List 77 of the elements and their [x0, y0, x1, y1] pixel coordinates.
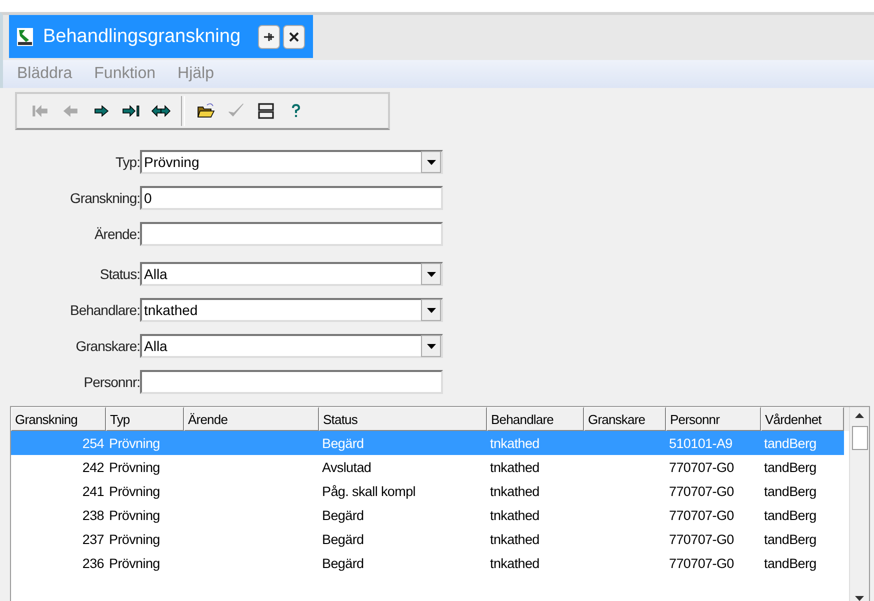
table-row[interactable]: 237 Prövning Begärd tnkathed 770707-G0 tandBerg — [11, 527, 844, 551]
table-cell: Prövning — [109, 508, 160, 522]
table-cell: Avslutad — [322, 460, 372, 474]
column-header[interactable]: Behandlare — [487, 407, 584, 431]
column-header[interactable]: Ärende — [184, 407, 319, 431]
column-header[interactable]: Vårdenhet — [761, 407, 844, 431]
dropdown-field[interactable]: Alla — [140, 262, 443, 286]
table-row[interactable]: 241 Prövning Påg. skall kompl tnkathed 770707-G0 tandBerg — [11, 479, 844, 503]
app-logo-icon — [17, 28, 33, 46]
dropdown-field[interactable]: tnkathed — [140, 298, 443, 322]
pin-button[interactable] — [258, 24, 280, 48]
close-button[interactable] — [282, 24, 305, 48]
field-label: Granskning: — [69, 190, 140, 206]
column-header[interactable]: Granskning — [11, 407, 106, 431]
table-cell: 241 — [82, 484, 104, 498]
table-cell: Prövning — [109, 532, 160, 546]
column-header[interactable]: Status — [319, 407, 487, 431]
field-label: Personnr: — [82, 374, 140, 390]
field-label: Granskare: — [74, 338, 140, 354]
table-cell: tnkathed — [490, 532, 540, 546]
table-cell: Prövning — [109, 436, 160, 450]
table-cell: 770707-G0 — [669, 508, 734, 522]
table-cell: tnkathed — [490, 556, 540, 570]
column-header[interactable]: Personnr — [666, 407, 761, 431]
input-field[interactable] — [140, 222, 443, 246]
table-cell: tandBerg — [764, 556, 816, 570]
field-label: Status: — [98, 266, 140, 282]
dropdown-field[interactable]: Prövning — [140, 150, 443, 174]
table-cell: Begärd — [322, 532, 364, 546]
scroll-down-icon — [855, 596, 864, 601]
scrollbar-thumb[interactable] — [852, 426, 868, 450]
column-header[interactable]: Granskare — [584, 407, 666, 431]
scroll-up-icon — [855, 413, 864, 418]
table-cell: tandBerg — [764, 436, 816, 450]
dropdown-arrow-icon — [426, 160, 436, 164]
table-cell: 242 — [82, 460, 104, 474]
table-cell: tandBerg — [764, 532, 816, 546]
table-cell: 770707-G0 — [669, 484, 734, 498]
dropdown-field[interactable]: Alla — [140, 334, 443, 358]
table-cell: 237 — [82, 532, 104, 546]
table-cell: Prövning — [109, 484, 160, 498]
table-cell: tnkathed — [490, 508, 540, 522]
close-icon — [288, 30, 300, 42]
table-cell: 510101-A9 — [669, 436, 732, 450]
table-cell: Begärd — [322, 556, 364, 570]
table-cell: Begärd — [322, 436, 364, 450]
table-cell: 254 — [82, 436, 104, 450]
table-cell: Begärd — [322, 508, 364, 522]
table-cell: 770707-G0 — [669, 460, 734, 474]
table-cell: tnkathed — [490, 436, 540, 450]
dropdown-arrow-icon — [426, 344, 436, 348]
table-row[interactable]: 236 Prövning Begärd tnkathed 770707-G0 tandBerg — [11, 551, 844, 575]
input-field[interactable] — [140, 370, 443, 394]
tab-title: Behandlingsgranskning — [43, 26, 241, 48]
table-cell: 238 — [82, 508, 104, 522]
column-header[interactable]: Typ — [106, 407, 184, 431]
table-cell: 770707-G0 — [669, 556, 734, 570]
dropdown-arrow-icon — [426, 308, 436, 312]
table-cell: tnkathed — [490, 484, 540, 498]
table-row[interactable]: 238 Prövning Begärd tnkathed 770707-G0 tandBerg — [11, 503, 844, 527]
scrollbar[interactable] — [849, 407, 869, 601]
table-cell: tandBerg — [764, 460, 816, 474]
dropdown-arrow-icon — [426, 272, 436, 276]
field-label: Ärende: — [93, 226, 140, 242]
table-cell: tandBerg — [764, 508, 816, 522]
table-cell: Prövning — [109, 460, 160, 474]
table-cell: tnkathed — [490, 460, 540, 474]
input-field[interactable]: 0 — [140, 186, 443, 210]
field-label: Typ: — [114, 154, 140, 170]
table-cell: Prövning — [109, 556, 160, 570]
pin-icon — [262, 30, 275, 42]
field-label: Behandlare: — [68, 302, 140, 318]
table-cell: 236 — [82, 556, 104, 570]
table-cell: Påg. skall kompl — [322, 484, 416, 498]
table-cell: tandBerg — [764, 484, 816, 498]
table-row[interactable]: 242 Prövning Avslutad tnkathed 770707-G0 tandBerg — [11, 455, 844, 479]
table-cell: 770707-G0 — [669, 532, 734, 546]
